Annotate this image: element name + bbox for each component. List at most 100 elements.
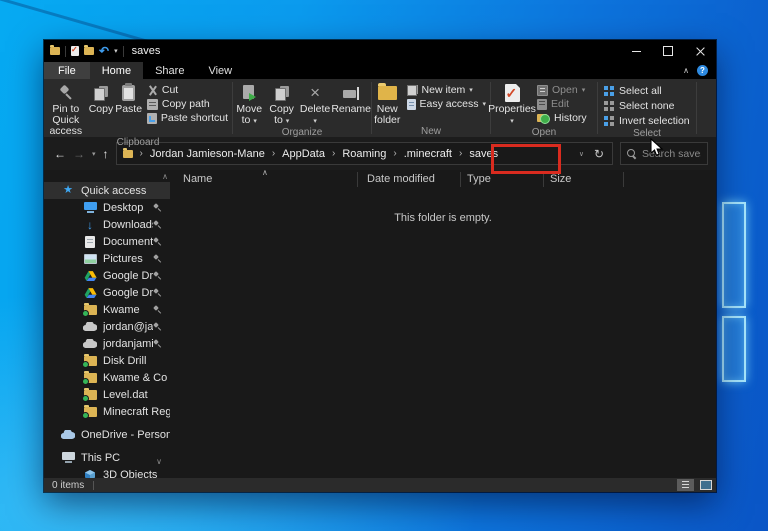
- sidebar-item-level-dat[interactable]: Level.dat: [44, 386, 170, 403]
- folder-icon: [81, 353, 97, 368]
- recent-locations-icon[interactable]: ▾: [92, 150, 96, 158]
- easy-access-button[interactable]: Easy access ▾: [403, 97, 490, 111]
- invert-selection-button[interactable]: Invert selection: [604, 113, 690, 128]
- open-button[interactable]: Open ▾: [533, 83, 591, 97]
- sidebar-item-onedrive[interactable]: OneDrive - Personal: [44, 426, 170, 443]
- breadcrumb-segment[interactable]: AppData: [282, 148, 325, 160]
- group-label-open: Open: [531, 127, 557, 138]
- sidebar-item-minecraft-region[interactable]: Minecraft Region Fo: [44, 403, 170, 420]
- pin-icon: [153, 254, 162, 263]
- title-bar: ↶ ▾ saves: [44, 40, 716, 62]
- cut-icon: [147, 85, 158, 96]
- chevron-down-icon: ▾: [313, 118, 317, 125]
- copy-button[interactable]: Copy: [88, 79, 115, 115]
- move-to-button[interactable]: Move to ▾: [233, 79, 265, 127]
- select-none-button[interactable]: Select none: [604, 98, 674, 113]
- maximize-button[interactable]: [652, 40, 684, 62]
- search-input[interactable]: Search saves: [620, 142, 708, 165]
- item-count: 0 items: [52, 479, 85, 491]
- tab-file[interactable]: File: [44, 62, 90, 79]
- breadcrumb-segment[interactable]: Roaming: [342, 148, 386, 160]
- column-type[interactable]: Type: [467, 173, 491, 185]
- paste-shortcut-icon: [146, 112, 157, 124]
- undo-icon[interactable]: ↶: [99, 45, 109, 57]
- copy-path-button[interactable]: Copy path: [143, 97, 232, 111]
- rename-icon: [342, 86, 360, 100]
- properties-button[interactable]: Properties▾: [488, 79, 536, 127]
- folder-icon: [122, 147, 133, 158]
- pin-icon: [153, 339, 162, 348]
- tab-home[interactable]: Home: [89, 62, 144, 79]
- large-icons-view-button[interactable]: [697, 479, 714, 491]
- sidebar-item-quick-access[interactable]: ★ Quick access: [44, 182, 170, 199]
- empty-folder-message: This folder is empty.: [394, 212, 492, 224]
- pictures-icon: [83, 253, 97, 264]
- sidebar-item-google-drive-2[interactable]: Google Drive (jor: [44, 284, 170, 301]
- edit-button[interactable]: Edit: [533, 97, 591, 111]
- help-icon[interactable]: ?: [697, 65, 708, 76]
- breadcrumb-segment[interactable]: Jordan Jamieson-Mane: [150, 148, 265, 160]
- refresh-icon[interactable]: ↻: [594, 147, 604, 161]
- desktop-icon: [83, 202, 97, 213]
- history-icon: [537, 112, 550, 124]
- delete-button[interactable]: × Delete ▾: [299, 79, 331, 127]
- chevron-down-icon: ▾: [510, 118, 514, 125]
- move-to-icon: [242, 85, 257, 101]
- sidebar-item-jordan-account[interactable]: jordan@jamiesor: [44, 318, 170, 335]
- new-folder-button[interactable]: New folder: [372, 79, 403, 126]
- sidebar-item-jordan-account-2[interactable]: jordanjamiesonn: [44, 335, 170, 352]
- copy-to-button[interactable]: Copy to ▾: [265, 79, 297, 127]
- delete-icon: ×: [310, 83, 321, 102]
- explorer-window: ↶ ▾ saves File Home Share View ∧ ?: [44, 40, 716, 492]
- details-view-button[interactable]: [677, 479, 694, 491]
- group-label-new: New: [420, 126, 441, 137]
- ribbon-group-open: Properties▾ Open ▾ Edit: [488, 79, 597, 138]
- tab-view[interactable]: View: [196, 62, 244, 79]
- pin-to-quick-access-button[interactable]: Pin to Quick access: [44, 79, 88, 137]
- select-all-button[interactable]: Select all: [604, 83, 662, 98]
- sidebar-item-desktop[interactable]: Desktop: [44, 199, 170, 216]
- history-button[interactable]: History: [533, 111, 591, 125]
- column-headers: ∧ Name Date modified Type Size: [170, 168, 716, 190]
- history-highlight-box: [491, 144, 561, 174]
- close-button[interactable]: [684, 40, 716, 62]
- breadcrumb-segment[interactable]: .minecraft: [404, 148, 452, 160]
- minimize-ribbon-icon[interactable]: ∧: [683, 66, 689, 75]
- cut-button[interactable]: Cut: [143, 83, 232, 97]
- column-name[interactable]: Name: [183, 173, 212, 185]
- paste-shortcut-button[interactable]: Paste shortcut: [143, 111, 232, 125]
- cloud-icon: [83, 339, 97, 348]
- sidebar-item-downloads[interactable]: ↓ Downloads: [44, 216, 170, 233]
- new-folder-icon[interactable]: [84, 45, 94, 55]
- navigation-pane: ∧ ∨ ★ Quick access Desktop ↓ Downloads D…: [44, 170, 170, 481]
- window-title: saves: [131, 45, 161, 57]
- chevron-down-icon: ▾: [285, 118, 290, 125]
- sidebar-item-this-pc[interactable]: This PC: [44, 449, 170, 466]
- new-item-button[interactable]: New item ▾: [403, 83, 490, 97]
- sidebar-item-documents[interactable]: Documents: [44, 233, 170, 250]
- column-date-modified[interactable]: Date modified: [367, 173, 435, 185]
- google-drive-icon: [84, 270, 97, 281]
- rename-button[interactable]: Rename: [331, 79, 371, 115]
- scroll-down-icon[interactable]: ∨: [156, 457, 162, 466]
- sidebar-item-pictures[interactable]: Pictures: [44, 250, 170, 267]
- customize-toolbar-icon[interactable]: ▾: [114, 47, 118, 55]
- tab-share[interactable]: Share: [143, 62, 196, 79]
- scroll-up-icon[interactable]: ∧: [162, 172, 168, 181]
- sidebar-item-disk-drill[interactable]: Disk Drill: [44, 352, 170, 369]
- group-label-organize: Organize: [281, 127, 323, 138]
- sidebar-item-kwame-co[interactable]: Kwame & Co Marke: [44, 369, 170, 386]
- address-dropdown-icon[interactable]: ∨: [579, 150, 584, 158]
- sidebar-item-google-drive[interactable]: Google Drive: [44, 267, 170, 284]
- properties-icon[interactable]: [71, 45, 79, 56]
- minimize-button[interactable]: [620, 40, 652, 62]
- pin-icon: [153, 305, 162, 314]
- pin-icon: [58, 85, 74, 101]
- quick-access-toolbar: ↶ ▾: [44, 45, 124, 57]
- group-label-clipboard: Clipboard: [116, 137, 160, 148]
- column-size[interactable]: Size: [550, 173, 571, 185]
- pin-icon: [153, 288, 162, 297]
- paste-button[interactable]: Paste: [114, 79, 142, 115]
- sidebar-item-kwame[interactable]: Kwame: [44, 301, 170, 318]
- google-drive-icon: [84, 287, 97, 298]
